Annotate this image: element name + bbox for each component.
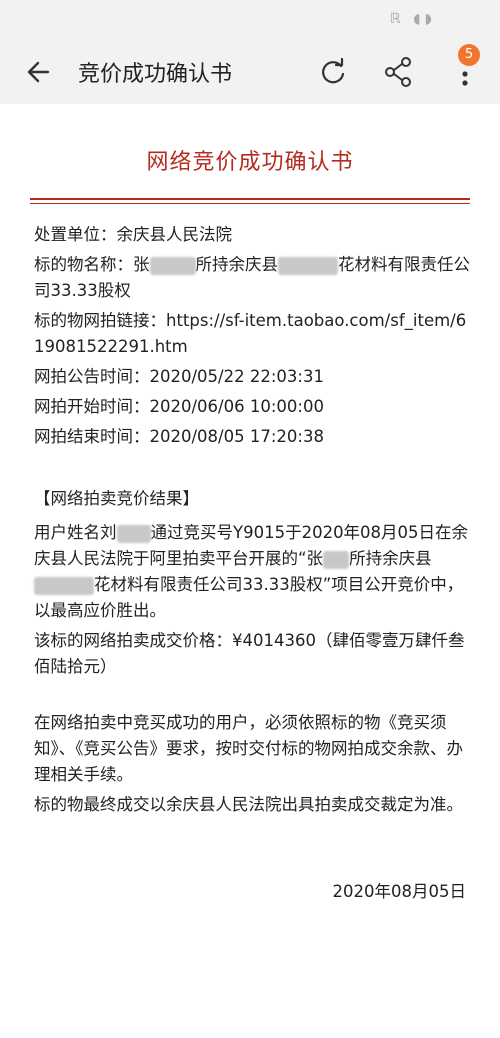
result-heading: 【网络拍卖竞价结果】 (34, 489, 199, 508)
auction-result: 【网络拍卖竞价结果】 用户姓名刘 通过竞买号Y9015于2020年08月05日在余… (34, 486, 472, 680)
notice-paragraph-1: 在网络拍卖中竞买成功的用户，必须依照标的物《竞买须知》、《竞买公告》要求，按时交… (34, 713, 463, 784)
result-part: 所持余庆县 (349, 549, 432, 568)
result-part: 用户姓名刘 (34, 523, 117, 542)
redaction (323, 550, 350, 569)
system-icons: ℝ ◖◗ (389, 11, 436, 27)
disposal-unit: 处置单位：余庆县人民法院 (34, 225, 232, 244)
subject-name: 标的物名称：张 所持余庆县 花材料有限责任公司33.33股权 (34, 252, 472, 304)
redaction (116, 524, 151, 543)
notification-badge: 5 (458, 44, 480, 66)
result-part: 花材料有限责任公司33.33股权”项目公开竞价中，以最高应价胜出。 (34, 575, 464, 620)
result-text: 用户姓名刘 通过竞买号Y9015于2020年08月05日在余庆县人民法院于阿里拍卖… (34, 520, 472, 624)
subject-name-part: 标的物名称：张 (34, 255, 150, 274)
auction-info: 处置单位：余庆县人民法院 标的物名称：张 所持余庆县 花材料有限责任公司33.33股… (34, 222, 472, 450)
notice-section: 在网络拍卖中竞买成功的用户，必须依照标的物《竞买须知》、《竞买公告》要求，按时交… (34, 710, 472, 818)
auction-link[interactable]: 标的物网拍链接：https://sf-item.taobao.com/sf_it… (34, 308, 472, 360)
end-time: 网拍结束时间：2020/08/05 17:20:38 (34, 427, 324, 446)
page-title: 竞价成功确认书 (78, 62, 233, 87)
back-arrow-icon[interactable] (24, 54, 54, 90)
status-bar: ℝ ◖◗ (0, 0, 500, 40)
document-date: 2020年08月05日 (332, 882, 466, 901)
heading-divider-thin (30, 203, 470, 204)
redaction (149, 256, 196, 275)
document-heading: 网络竞价成功确认书 (146, 150, 354, 175)
start-time: 网拍开始时间：2020/06/06 10:00:00 (34, 397, 324, 416)
app-bar: 竞价成功确认书 (0, 40, 500, 104)
subject-name-part: 所持余庆县 (195, 255, 279, 274)
announce-time: 网拍公告时间：2020/05/22 22:03:31 (34, 367, 324, 386)
redaction (34, 576, 94, 595)
redaction (278, 256, 338, 275)
refresh-icon[interactable] (316, 54, 350, 90)
heading-divider (30, 198, 470, 200)
final-price: 该标的网络拍卖成交价格：¥4014360（肆佰零壹万肆仟叁佰陆拾元） (34, 631, 465, 676)
share-icon[interactable] (382, 54, 416, 90)
notice-paragraph-2: 标的物最终成交以余庆县人民法院出具拍卖成交裁定为准。 (34, 795, 463, 814)
document-card: 网络竞价成功确认书 处置单位：余庆县人民法院 标的物名称：张 所持余庆县 花材料有限… (0, 104, 500, 1038)
